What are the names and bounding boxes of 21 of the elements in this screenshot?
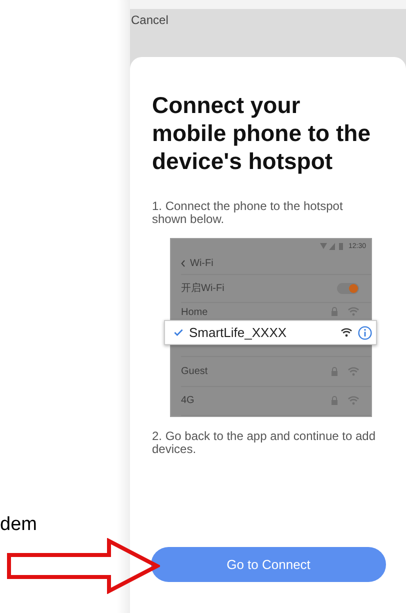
- network-name: 4G: [181, 395, 194, 406]
- lock-icon: [331, 396, 338, 406]
- lock-icon: [331, 306, 338, 316]
- network-name: SmartLife_XXXX: [189, 325, 288, 340]
- back-chevron-icon: [181, 260, 185, 268]
- wifi-icon: [348, 366, 359, 376]
- wifi-toggle-label: 开启Wi-Fi: [181, 282, 224, 296]
- status-icons: [320, 242, 344, 250]
- instruction-text: 2. Go back to the app and continue to add devices.: [152, 430, 376, 456]
- wifi-icon: [341, 328, 352, 337]
- cancel-link[interactable]: Cancel: [131, 13, 168, 27]
- info-icon: [358, 326, 372, 340]
- instruction-text: 1. Connect the phone to the hotspot shown below.: [152, 200, 344, 226]
- partial-text: dem: [0, 514, 38, 536]
- wifi-icon: [348, 396, 359, 406]
- network-name: Guest: [181, 366, 208, 377]
- wifi-icon: [348, 306, 359, 316]
- lock-icon: [331, 366, 338, 376]
- screen-title: Wi-Fi: [190, 258, 214, 270]
- page-title: Connect your mobile phone to the device's hotspot: [152, 91, 372, 175]
- network-name: Home: [181, 306, 208, 318]
